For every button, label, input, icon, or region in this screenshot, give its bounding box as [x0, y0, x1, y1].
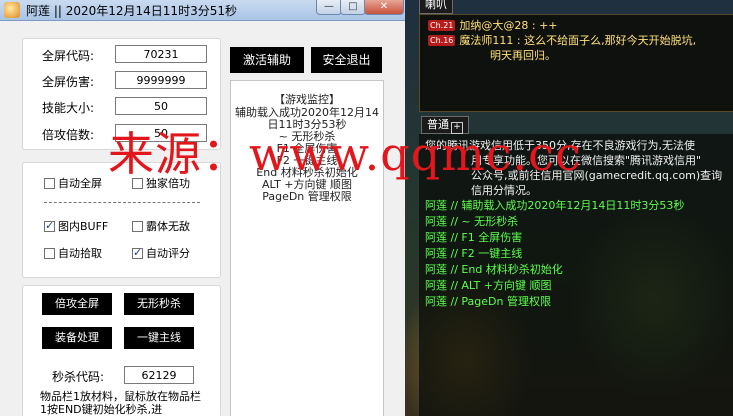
system-line: 信用分情况。	[471, 184, 537, 197]
fullscreen-code-field[interactable]: 70231	[115, 45, 207, 63]
game-window: 喇叭 Ch.21 加纳@大@28 : ++ Ch.16 魔法师111 : 这么不给面子…	[405, 0, 733, 416]
minimize-button[interactable]: —	[316, 0, 342, 15]
channel-badge: Ch.16	[428, 35, 456, 46]
maximize-button[interactable]: □	[340, 0, 366, 15]
window-title: 阿莲 || 2020年12月14日11时3分51秒	[26, 4, 237, 18]
tab-speaker[interactable]: 喇叭	[419, 0, 453, 14]
activate-button[interactable]: 激活辅助	[230, 47, 304, 73]
helper-line: 阿莲 // F2 一键主线	[425, 247, 523, 260]
skill-size-field[interactable]: 50	[115, 97, 207, 115]
monitor-title: 【游戏监控】	[274, 93, 340, 106]
fullscreen-damage-field[interactable]: 9999999	[115, 71, 207, 89]
monitor-line: PageDn 管理权限	[262, 190, 352, 203]
attack-multiplier-label: 倍攻倍数:	[42, 128, 95, 142]
helper-messages: 阿莲 // 辅助载入成功2020年12月14日11时3分53秒 阿莲 // ~ 无…	[419, 198, 733, 310]
auto-fullscreen-checkbox[interactable]: 自动全屏	[44, 175, 102, 191]
chat-text: 明天再回归。	[490, 49, 556, 62]
auto-score-checkbox[interactable]: 自动评分	[132, 245, 190, 261]
watermark: 来源：www.qqmc.cc	[108, 127, 582, 181]
helper-line: 阿莲 // ~ 无形秒杀	[425, 215, 519, 228]
checkbox-label: 图内BUFF	[58, 220, 109, 233]
helper-line: 阿莲 // ALT +方向键 顺图	[425, 279, 552, 292]
fullscreen-damage-label: 全屏伤害:	[42, 75, 95, 89]
fullscreen-code-label: 全屏代码:	[42, 49, 95, 63]
main-quest-button[interactable]: 一键主线	[124, 327, 194, 349]
chat-text: 加纳@大@28 : ++	[459, 19, 558, 32]
checkbox-label: 自动全屏	[58, 177, 102, 190]
app-icon	[4, 2, 20, 18]
kill-code-label: 秒杀代码:	[52, 370, 105, 384]
speaker-messages: Ch.21 加纳@大@28 : ++ Ch.16 魔法师111 : 这么不给面子么,那…	[420, 15, 733, 63]
checkbox-label: 霸体无敌	[146, 220, 190, 233]
checkbox-box	[44, 219, 55, 232]
title-bar[interactable]: 阿莲 || 2020年12月14日11时3分51秒 — □ ✕	[0, 0, 405, 21]
checkbox-box	[44, 248, 55, 259]
checkbox-label: 自动拾取	[58, 247, 102, 260]
checkbox-label: 自动评分	[146, 247, 190, 260]
chat-message: Ch.21 加纳@大@28 : ++	[428, 18, 733, 33]
invisible-kill-button[interactable]: 无形秒杀	[124, 293, 194, 315]
close-button[interactable]: ✕	[364, 0, 404, 15]
map-buff-checkbox[interactable]: 图内BUFF	[44, 218, 108, 234]
checkbox-box	[44, 178, 55, 189]
channel-badge: Ch.21	[428, 20, 456, 31]
helper-line: 阿莲 // PageDn 管理权限	[425, 295, 551, 308]
exit-button[interactable]: 安全退出	[311, 47, 382, 73]
helper-line: 阿莲 // 辅助载入成功2020年12月14日11时3分53秒	[425, 199, 685, 212]
chat-text: 魔法师111 : 这么不给面子么,那好今天开始脱坑,	[459, 34, 697, 47]
chat-message: Ch.16 魔法师111 : 这么不给面子么,那好今天开始脱坑,	[428, 33, 733, 48]
checkbox-box	[132, 221, 143, 232]
invincible-checkbox[interactable]: 霸体无敌	[132, 218, 190, 234]
helper-line: 阿莲 // End 材料秒杀初始化	[425, 263, 563, 276]
speaker-chat-panel: Ch.21 加纳@大@28 : ++ Ch.16 魔法师111 : 这么不给面子么,那…	[419, 14, 733, 112]
helper-window: 阿莲 || 2020年12月14日11时3分51秒 — □ ✕ 全屏代码: 70…	[0, 0, 405, 416]
checkbox-box	[132, 246, 143, 259]
chat-message: 明天再回归。	[428, 48, 733, 63]
auto-pickup-checkbox[interactable]: 自动拾取	[44, 245, 102, 261]
skill-size-label: 技能大小:	[42, 101, 95, 115]
equip-process-button[interactable]: 装备处理	[42, 327, 112, 349]
helper-line: 阿莲 // F1 全屏伤害	[425, 231, 523, 244]
attack-fullscreen-button[interactable]: 倍攻全屏	[42, 293, 112, 315]
divider	[44, 202, 200, 203]
usage-hint: 物品栏1放材料，鼠标放在物品栏1按END键初始化秒杀,进	[40, 390, 201, 416]
kill-code-field[interactable]: 62129	[124, 366, 194, 384]
